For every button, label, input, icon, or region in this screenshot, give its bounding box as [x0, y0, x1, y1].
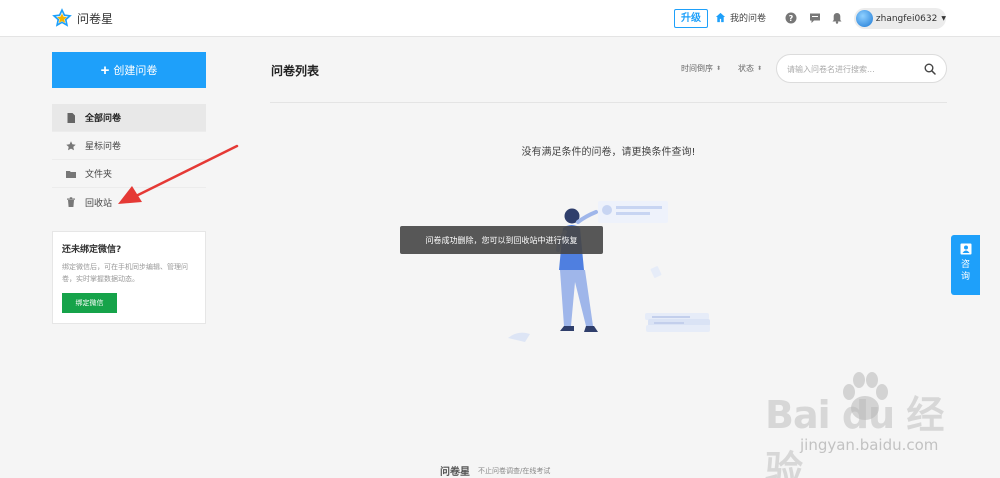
user-icon [960, 243, 971, 255]
home-icon [715, 12, 726, 23]
filter-by-status[interactable]: 状态 ⬍ [738, 63, 762, 74]
watermark-url: jingyan.baidu.com [800, 436, 939, 454]
baidu-watermark: Bai du 经验 jingyan.baidu.com [765, 370, 975, 478]
message-icon[interactable] [809, 12, 821, 24]
svg-text:?: ? [789, 14, 794, 23]
sidebar-item-label: 全部问卷 [85, 114, 122, 124]
sidebar-item-all-surveys[interactable]: 全部问卷 [52, 104, 206, 132]
sort-time-label: 时间倒序 [681, 64, 713, 73]
username: zhangfei0632 [875, 13, 938, 24]
plus-icon: + [100, 61, 110, 79]
sidebar-item-label: 回收站 [85, 198, 113, 209]
help-icon[interactable]: ? [785, 12, 797, 24]
footer-slogan: 不止问卷调查/在线考试 [478, 466, 551, 475]
watermark-main-text: Bai du 经验 [765, 393, 944, 478]
star-icon [66, 140, 76, 150]
chevron-down-icon: ▼ [941, 15, 946, 22]
folder-icon [66, 170, 76, 178]
sort-icon: ⬍ [716, 64, 722, 72]
search-icon[interactable] [924, 63, 936, 75]
sort-icon: ⬍ [757, 64, 763, 72]
star-logo-icon [52, 8, 72, 27]
search-input[interactable] [787, 62, 917, 76]
wechat-card-title: 还未绑定微信? [62, 245, 122, 255]
search-box [776, 54, 947, 83]
trash-icon [67, 197, 75, 207]
sort-by-time[interactable]: 时间倒序 ⬍ [681, 63, 721, 74]
brand-logo[interactable]: 问卷星 [52, 8, 113, 28]
document-icon [67, 112, 75, 123]
avatar [856, 10, 873, 27]
sidebar-item-label: 文件夹 [85, 170, 113, 180]
page-title: 问卷列表 [271, 64, 320, 78]
wechat-card-description: 绑定微信后，可在手机同步编辑、管理问卷，实时掌握数据动态。 [62, 263, 188, 283]
divider [270, 102, 947, 103]
brand-name: 问卷星 [77, 11, 114, 26]
bind-wechat-button[interactable]: 绑定微信 [62, 293, 117, 313]
top-navbar: 问卷星 升级 我的问卷 ? zhangfei0632 ▼ [0, 0, 1000, 37]
sort-status-label: 状态 [738, 64, 754, 73]
user-menu[interactable]: zhangfei0632 ▼ [854, 8, 946, 29]
footer: 问卷星 不止问卷调查/在线考试 [440, 463, 550, 478]
my-surveys-label: 我的问卷 [730, 14, 767, 24]
wechat-bind-card: 还未绑定微信? 绑定微信后，可在手机同步编辑、管理问卷，实时掌握数据动态。 绑定… [52, 231, 206, 324]
empty-state-illustration [508, 201, 710, 342]
footer-brand: 问卷星 [440, 467, 470, 478]
toast-notification: 问卷成功删除，您可以到回收站中进行恢复 [400, 226, 603, 254]
create-survey-label: 创建问卷 [113, 65, 158, 77]
upgrade-button[interactable]: 升级 [674, 9, 708, 28]
annotation-arrow [118, 144, 239, 204]
consult-button[interactable]: 咨询 [951, 235, 980, 295]
my-surveys-link[interactable]: 我的问卷 [715, 11, 766, 24]
bell-icon[interactable] [831, 12, 843, 24]
consult-label: 咨询 [960, 260, 970, 282]
create-survey-button[interactable]: + 创建问卷 [52, 52, 206, 88]
empty-state-message: 没有满足条件的问卷，请更换条件查询! [521, 147, 696, 158]
